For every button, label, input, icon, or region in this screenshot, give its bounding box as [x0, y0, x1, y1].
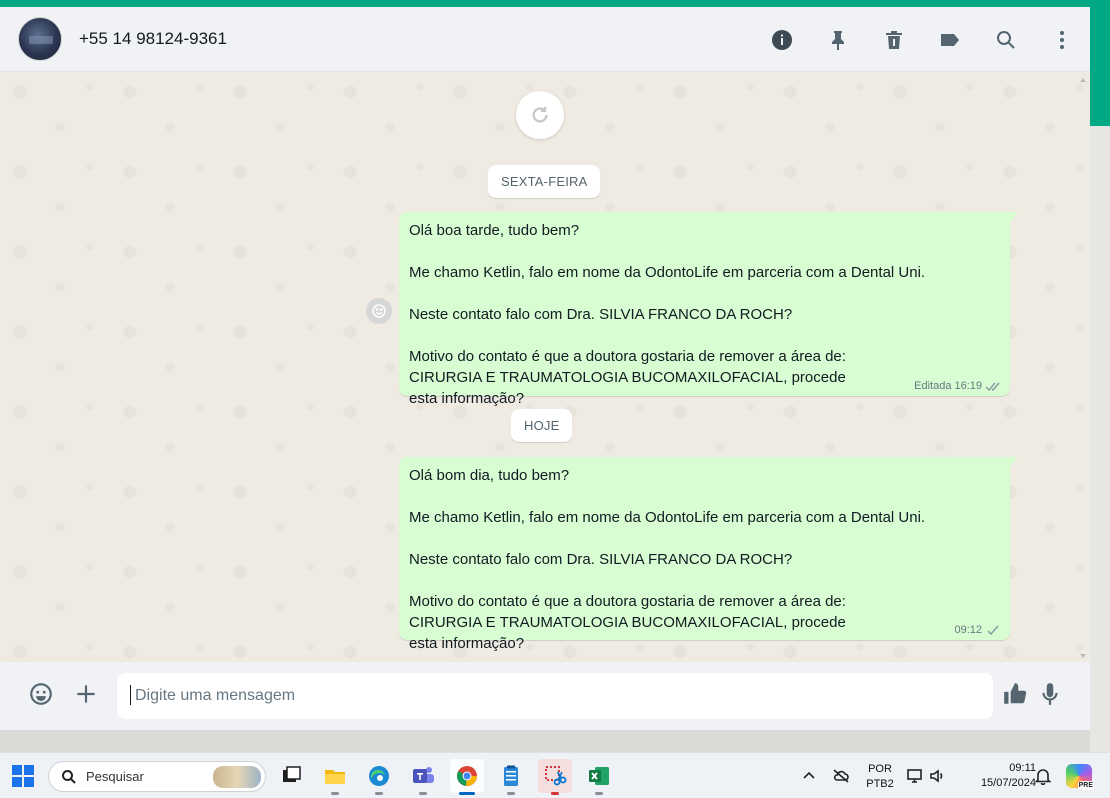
emoji-icon: [30, 683, 52, 705]
chat-area[interactable]: SEXTA-FEIRA Olá boa tarde, tudo bem? Me …: [0, 72, 1090, 662]
running-indicator: [551, 792, 559, 795]
chrome-icon: [456, 766, 477, 786]
voice-message-button[interactable]: [1034, 678, 1066, 710]
notifications-button[interactable]: [1034, 767, 1052, 786]
quick-settings-button[interactable]: [906, 767, 946, 785]
running-indicator: [507, 792, 515, 795]
file-explorer-button[interactable]: [318, 759, 352, 795]
message-bubble-outgoing[interactable]: Olá bom dia, tudo bem? Me chamo Ketlin, …: [399, 457, 1018, 652]
message-composer: [0, 662, 1090, 730]
running-indicator: [419, 792, 427, 795]
running-indicator: [331, 792, 339, 795]
clock-date: 15/07/2024: [980, 777, 1036, 789]
running-indicator: [375, 792, 383, 795]
delete-icon[interactable]: [866, 7, 922, 72]
window-right-accent: [1090, 7, 1110, 126]
message-line: Me chamo Ketlin, falo em nome da OdontoL…: [409, 264, 926, 281]
clock-time: 09:11: [1009, 762, 1036, 774]
search-highlight-image: [213, 766, 261, 788]
single-check-icon: [987, 625, 999, 635]
scroll-up-arrow[interactable]: [1080, 78, 1086, 82]
contact-name[interactable]: +55 14 98124-9361: [79, 29, 227, 49]
running-indicator: [595, 792, 603, 795]
message-line: Olá boa tarde, tudo bem?: [409, 222, 580, 239]
date-separator: HOJE: [511, 409, 573, 442]
message-line: Neste contato falo com Dra. SILVIA FRANC…: [409, 551, 793, 568]
taskbar-clock[interactable]: 09:11 15/07/2024: [958, 761, 1036, 791]
search-icon[interactable]: [978, 7, 1034, 72]
running-indicator: [459, 792, 475, 795]
thumbs-up-icon: [1004, 683, 1027, 704]
windows-taskbar: Pesquisar POR PTB2 09:11 15/07/2024 PRE: [0, 752, 1110, 798]
notepad-button[interactable]: [494, 759, 528, 795]
menu-icon[interactable]: [1034, 7, 1090, 72]
emoji-reaction-button[interactable]: [366, 298, 392, 324]
microphone-icon: [1042, 683, 1058, 705]
message-line: Olá bom dia, tudo bem?: [409, 467, 570, 484]
plus-icon: [77, 685, 95, 703]
message-line: Motivo do contato é que a doutora gostar…: [409, 593, 846, 652]
whatsapp-window: +55 14 98124-9361 SEXTA-FEIRA Olá boa ta…: [0, 7, 1090, 730]
snipping-tool-icon: [545, 766, 567, 786]
search-icon: [62, 769, 76, 784]
double-check-icon: [985, 382, 1000, 391]
edge-browser-button[interactable]: [362, 759, 396, 795]
volume-icon: [930, 769, 943, 783]
message-meta: Editada 16:19: [914, 380, 1002, 392]
message-input[interactable]: [117, 673, 993, 719]
message-meta: 09:12: [954, 624, 1002, 636]
copilot-preview-badge: PRE: [1077, 781, 1094, 790]
message-line: Neste contato falo com Dra. SILVIA FRANC…: [409, 306, 793, 323]
teams-button[interactable]: [406, 759, 440, 795]
excel-button[interactable]: [582, 759, 616, 795]
date-separator: SEXTA-FEIRA: [488, 165, 601, 198]
input-language-indicator[interactable]: POR PTB2: [862, 762, 898, 792]
pin-icon[interactable]: [810, 7, 866, 72]
message-time: 16:19: [954, 380, 982, 392]
chrome-button[interactable]: [450, 759, 484, 795]
network-icon: [907, 769, 922, 783]
attach-button[interactable]: [70, 678, 102, 710]
scroll-down-arrow[interactable]: [1080, 654, 1086, 658]
task-view-icon: [283, 766, 301, 782]
copilot-button[interactable]: PRE: [1066, 764, 1094, 790]
taskbar-search-label: Pesquisar: [86, 769, 144, 784]
info-icon[interactable]: [754, 7, 810, 72]
smiley-icon: [372, 304, 386, 318]
chevron-up-icon: [803, 771, 815, 779]
text-caret: [130, 685, 131, 705]
window-right-gutter: [1090, 126, 1110, 752]
message-bubble-outgoing[interactable]: Olá boa tarde, tudo bem? Me chamo Ketlin…: [399, 212, 1018, 407]
excel-icon: [589, 767, 609, 785]
chat-header: +55 14 98124-9361: [0, 7, 1090, 72]
teams-icon: [413, 767, 434, 783]
start-button[interactable]: [12, 765, 34, 787]
load-older-messages-button[interactable]: [516, 91, 564, 139]
notepad-icon: [504, 765, 518, 786]
message-time: 09:12: [954, 624, 982, 636]
window-top-accent: [0, 0, 1110, 7]
cloud-off-icon: [833, 769, 849, 783]
task-view-button[interactable]: [274, 759, 308, 793]
label-icon[interactable]: [922, 7, 978, 72]
edge-icon: [369, 766, 389, 786]
refresh-icon: [532, 106, 548, 123]
show-hidden-icons-button[interactable]: [800, 767, 818, 785]
header-actions: [754, 7, 1090, 72]
contact-avatar[interactable]: [18, 17, 62, 61]
like-button[interactable]: [999, 678, 1031, 710]
snipping-tool-button[interactable]: [538, 759, 572, 795]
edited-label: Editada: [914, 380, 952, 392]
keyboard-layout-label: PTB2: [866, 778, 894, 790]
bell-icon: [1034, 769, 1052, 786]
emoji-button[interactable]: [25, 678, 57, 710]
message-line: Motivo do contato é que a doutora gostar…: [409, 348, 846, 407]
onedrive-status[interactable]: [832, 767, 850, 785]
message-line: Me chamo Ketlin, falo em nome da OdontoL…: [409, 509, 926, 526]
language-label: POR: [868, 763, 892, 775]
taskbar-search[interactable]: Pesquisar: [48, 761, 266, 792]
folder-icon: [325, 770, 345, 784]
